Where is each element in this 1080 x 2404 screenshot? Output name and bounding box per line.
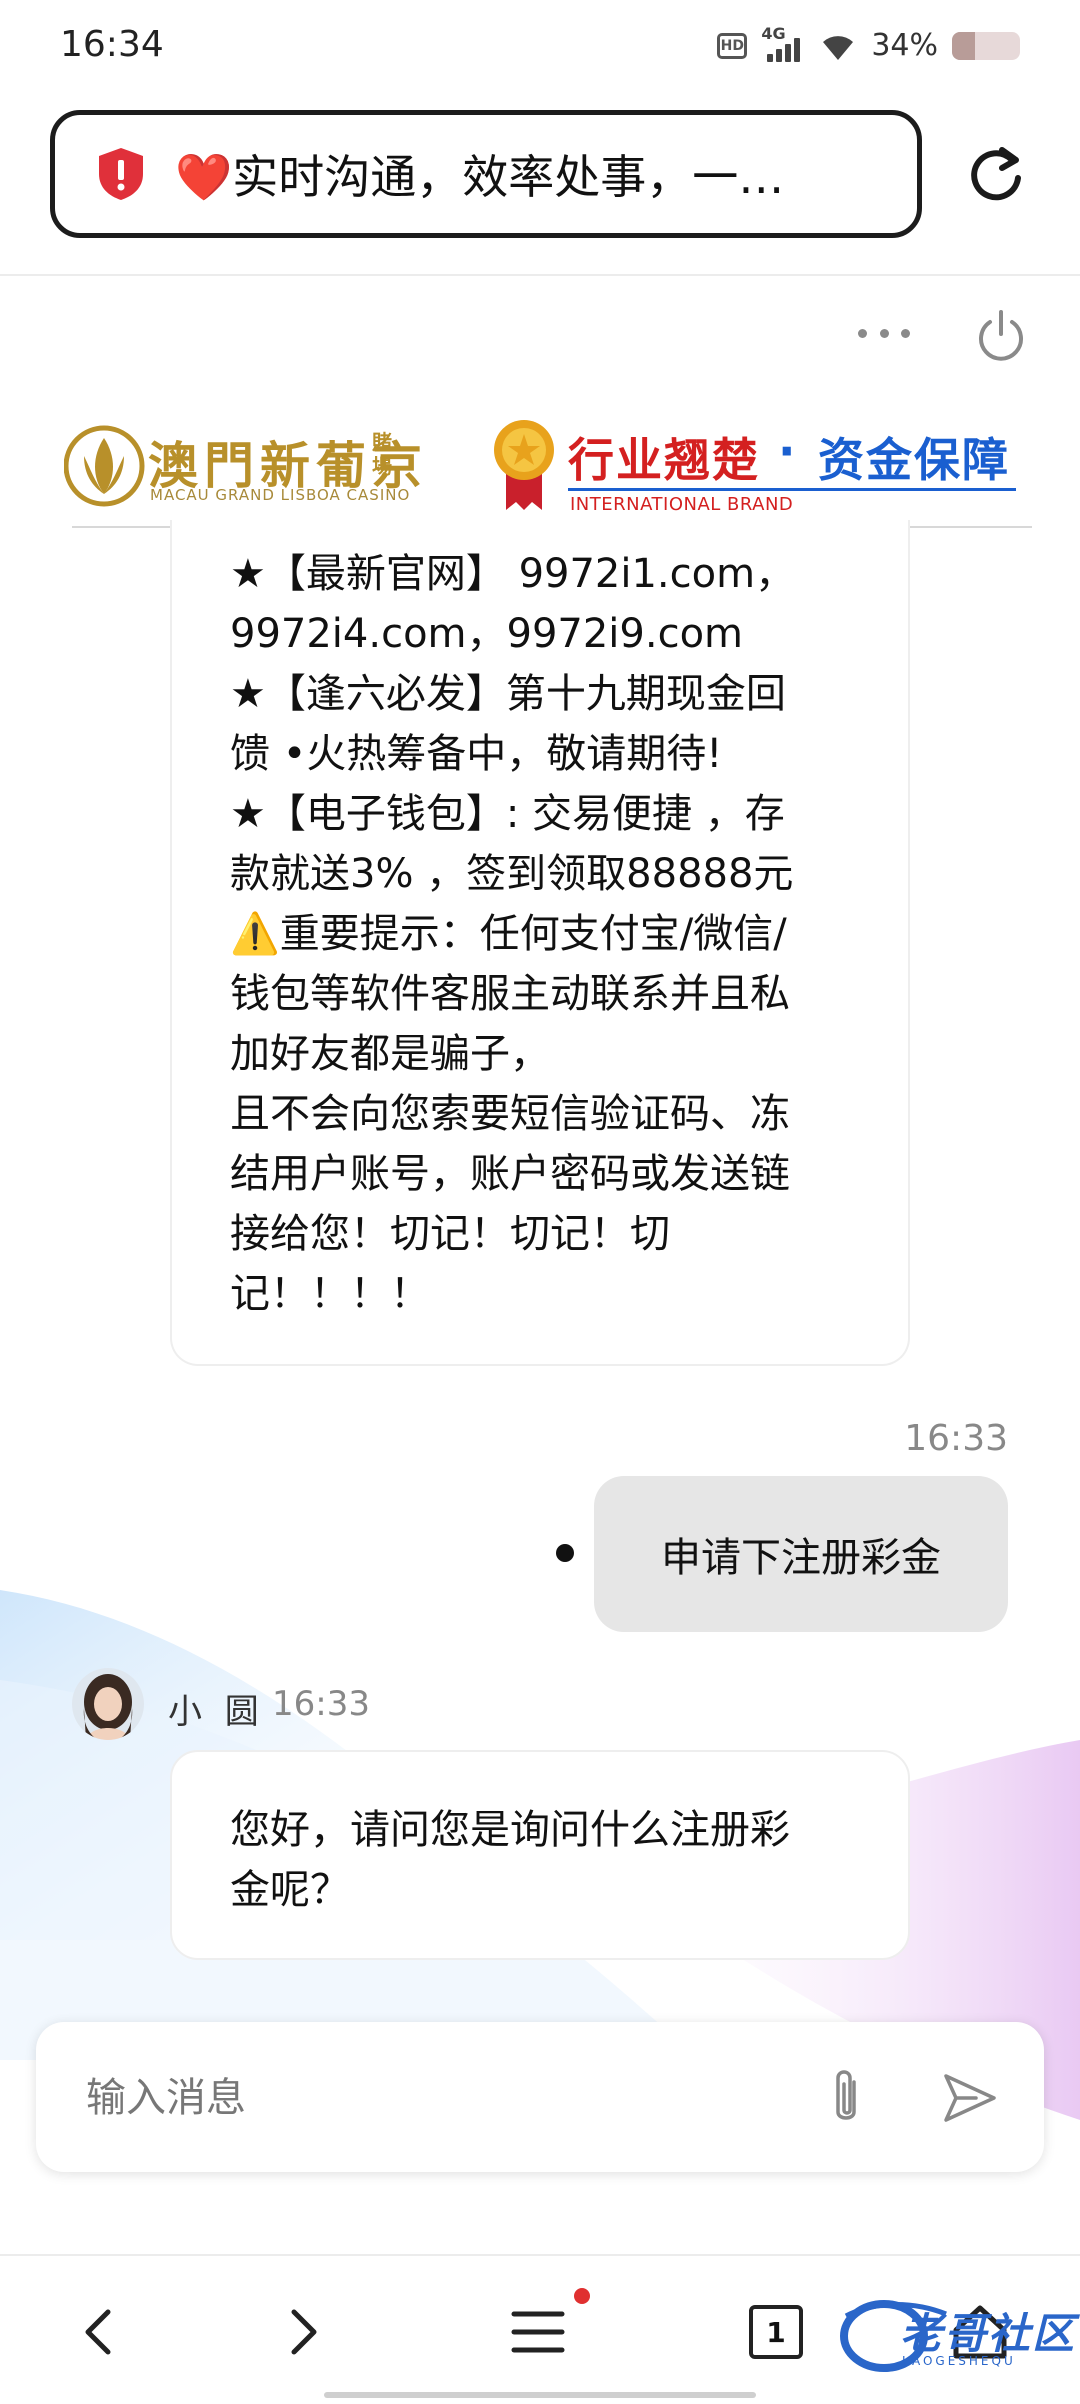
heart-emoji: ❤️: [175, 150, 233, 204]
medal-icon: [494, 420, 554, 510]
message-input[interactable]: [86, 2070, 786, 2126]
tab-count: 1: [749, 2305, 803, 2359]
back-arrow-icon[interactable]: [68, 2300, 132, 2364]
watermark-subtext: LAOGESHEQU: [902, 2354, 1016, 2368]
battery-fill: [952, 31, 976, 60]
battery-percent: 34%: [871, 28, 938, 63]
battery-icon: [952, 31, 1020, 60]
avatar[interactable]: [72, 1668, 144, 1740]
status-bar: 16:34 HD 4G 34%: [0, 0, 1080, 96]
signal-icon: 4G: [761, 24, 805, 62]
slogan-leading: 行业翘楚: [568, 433, 760, 487]
status-icons: HD 4G 34%: [717, 24, 1020, 63]
message-bubble-outgoing[interactable]: 申请下注册彩金: [594, 1476, 1008, 1632]
agent-avatar-image: [72, 1668, 144, 1740]
tabs-button[interactable]: 1: [744, 2300, 808, 2364]
reload-icon[interactable]: [966, 144, 1026, 204]
wifi-icon: [819, 30, 857, 62]
hd-icon: HD: [717, 32, 748, 59]
page-title-text: 实时沟通，效率处事，一…: [232, 150, 785, 204]
message-timestamp: 16:33: [272, 1684, 370, 1724]
slogan-guarantee: 资金保障: [818, 433, 1010, 487]
slogan-underline: [568, 488, 1016, 491]
notification-dot: [574, 2288, 590, 2304]
header-divider: [0, 274, 1080, 276]
message-bubble-incoming[interactable]: ★【最新官网】 9972i1.com， 9972i4.com，9972i9.co…: [170, 520, 910, 1366]
promo-banner: 澳門新葡京 賭場 MACAU GRAND LISBOA CASINO 行业翘楚 …: [64, 410, 1032, 528]
watermark-text: 老哥社区: [900, 2309, 1077, 2358]
message-timestamp: 16:33: [904, 1418, 1008, 1459]
message-text: 申请下注册彩金: [661, 1535, 941, 1581]
sender-name: 小 圆: [168, 1692, 265, 1732]
home-indicator[interactable]: [324, 2392, 756, 2398]
brand-name-small: 賭場: [372, 430, 392, 478]
message-composer: [36, 2022, 1044, 2172]
slogan-en: INTERNATIONAL BRAND: [570, 494, 794, 515]
send-icon[interactable]: [940, 2070, 1000, 2126]
message-text: 您好，请问您是询问什么注册彩 金呢？: [230, 1807, 790, 1913]
power-icon[interactable]: [974, 308, 1028, 362]
status-time: 16:34: [60, 24, 164, 65]
more-options-icon[interactable]: [858, 318, 910, 348]
brand-name-en: MACAU GRAND LISBOA CASINO: [150, 486, 411, 504]
shield-warning-icon[interactable]: [95, 146, 147, 202]
message-bubble-incoming[interactable]: 您好，请问您是询问什么注册彩 金呢？: [170, 1750, 910, 1960]
forward-arrow-icon[interactable]: [270, 2300, 334, 2364]
address-bar[interactable]: ❤️实时沟通，效率处事，一…: [50, 110, 922, 238]
network-type-label: 4G: [761, 23, 786, 43]
menu-icon[interactable]: [506, 2300, 570, 2364]
slogan-separator: ·: [778, 424, 796, 478]
sent-status-dot: [556, 1544, 574, 1562]
page-title[interactable]: ❤️实时沟通，效率处事，一…: [175, 141, 815, 207]
message-text: ★【最新官网】 9972i1.com， 9972i4.com，9972i9.co…: [230, 551, 796, 1317]
paperclip-icon[interactable]: [822, 2066, 870, 2130]
